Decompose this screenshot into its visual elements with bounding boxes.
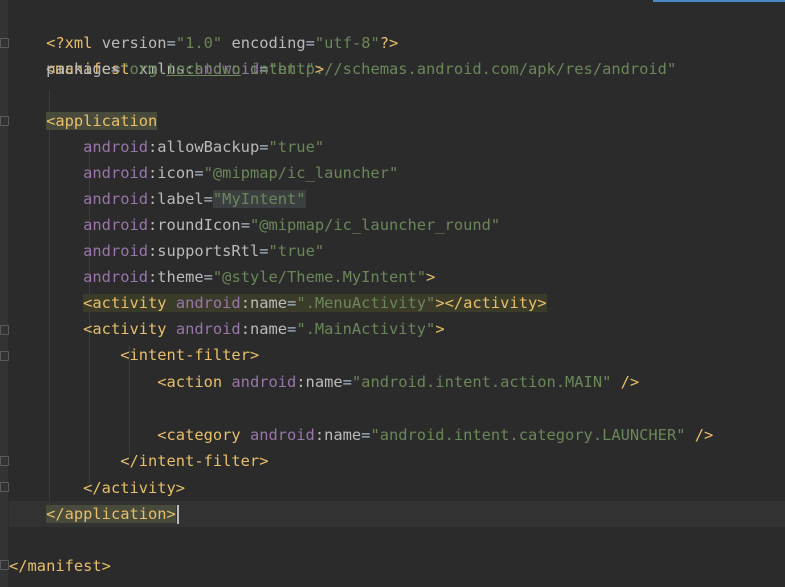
namespace-android: android	[231, 373, 297, 391]
tag-activity-close: ></activity>	[435, 294, 547, 312]
attr-roundicon: :roundIcon	[148, 216, 241, 234]
code-line-1[interactable]: <?xml version="1.0" encoding="utf-8"?>	[9, 4, 785, 52]
tag-intent-filter-open: <intent-filter>	[120, 346, 260, 364]
tag-close: >	[426, 268, 436, 286]
namespace-android: android	[249, 426, 315, 444]
equals: =	[203, 190, 213, 208]
code-line-10[interactable]: android:supportsRtl="true"	[9, 238, 785, 264]
fold-marker-icon[interactable]	[0, 456, 9, 466]
attr-package: package	[46, 60, 111, 78]
string-value: "@mipmap/ic_launcher"	[203, 164, 399, 182]
tag-category: <category	[157, 426, 250, 444]
tag-application-close: </application>	[46, 505, 176, 523]
code-editor[interactable]: <?xml version="1.0" encoding="utf-8"?> <…	[0, 0, 785, 587]
tag-intent-filter-close: </intent-filter>	[120, 452, 269, 470]
string-value-typo: techtown	[166, 60, 241, 78]
code-line-22[interactable]: </manifest>	[9, 553, 785, 579]
tag-application-open: <application	[46, 112, 158, 130]
string-value: ".MenuActivity"	[296, 294, 436, 312]
fold-marker-icon[interactable]	[0, 325, 9, 335]
attr-allowbackup: :allowBackup	[148, 138, 260, 156]
code-line-19[interactable]: </activity>	[9, 475, 785, 501]
equals: =	[240, 216, 250, 234]
code-line-18[interactable]: </intent-filter>	[9, 448, 785, 474]
string-value: "MyIntent"	[212, 190, 306, 208]
code-line-15[interactable]: <action android:name="android.intent.act…	[9, 369, 785, 395]
code-line-12[interactable]: <activity android:name=".MenuActivity"><…	[9, 290, 785, 316]
namespace-android: android	[83, 268, 149, 286]
equals: =	[342, 373, 352, 391]
tag-action: <action	[157, 373, 232, 391]
code-line-7[interactable]: android:icon="@mipmap/ic_launcher"	[9, 160, 785, 186]
namespace-android: android	[83, 216, 149, 234]
code-line-11[interactable]: android:theme="@style/Theme.MyIntent">	[9, 264, 785, 290]
code-line-14[interactable]: <intent-filter>	[9, 342, 785, 368]
code-line-20[interactable]: </application>	[9, 501, 785, 527]
tag-close: >	[435, 320, 445, 338]
tag-self-close: />	[611, 373, 640, 391]
code-line-13[interactable]: <activity android:name=".MainActivity">	[9, 316, 785, 342]
fold-marker-icon[interactable]	[0, 560, 9, 570]
namespace-android: android	[175, 320, 241, 338]
tag-manifest-close: </manifest>	[9, 557, 111, 575]
equals: =	[259, 138, 269, 156]
string-value: "@style/Theme.MyIntent"	[212, 268, 427, 286]
code-line-8[interactable]: android:label="MyIntent"	[9, 186, 785, 212]
equals: =	[287, 320, 297, 338]
text-caret	[176, 505, 179, 524]
string-value: "org.	[120, 60, 167, 78]
tag-activity-close: </activity>	[83, 479, 186, 497]
active-tab-indicator	[653, 0, 785, 2]
namespace-android: android	[83, 242, 149, 260]
code-line-5[interactable]: <application	[9, 108, 785, 134]
tag-activity-open: <activity	[83, 294, 176, 312]
string-value: "true"	[268, 242, 325, 260]
editor-gutter	[0, 0, 8, 587]
string-value: "android.intent.category.LAUNCHER"	[370, 426, 686, 444]
tag-self-close: />	[685, 426, 714, 444]
tag-activity-open: <activity	[83, 320, 176, 338]
tag-close: >	[314, 60, 325, 78]
attr-theme: :theme	[148, 268, 204, 286]
attr-name: :name	[296, 373, 343, 391]
code-line-3[interactable]: package="org.techtown.intent">	[9, 56, 785, 82]
namespace-android: android	[175, 294, 241, 312]
namespace-android: android	[83, 164, 149, 182]
fold-marker-icon[interactable]	[0, 482, 9, 492]
code-line-9[interactable]: android:roundIcon="@mipmap/ic_launcher_r…	[9, 212, 785, 238]
equals: =	[110, 60, 121, 78]
fold-marker-icon[interactable]	[0, 351, 9, 361]
string-value: "@mipmap/ic_launcher_round"	[249, 216, 501, 234]
attr-supportsrtl: :supportsRtl	[148, 242, 260, 260]
attr-name: :name	[240, 320, 288, 338]
attr-icon: :icon	[148, 164, 195, 182]
attr-name: :name	[314, 426, 362, 444]
equals: =	[287, 294, 297, 312]
fold-marker-icon[interactable]	[0, 38, 9, 48]
equals: =	[259, 242, 269, 260]
equals: =	[203, 268, 213, 286]
string-value: "android.intent.action.MAIN"	[351, 373, 612, 391]
attr-name: :name	[240, 294, 288, 312]
code-line-17[interactable]: <category android:name="android.intent.c…	[9, 422, 785, 448]
highlighted-activity-element: <activity android:name=".MenuActivity"><…	[83, 294, 547, 312]
string-value: "true"	[268, 138, 325, 156]
string-value: .intent"	[240, 60, 315, 78]
namespace-android: android	[83, 138, 149, 156]
attr-label: :label	[148, 190, 204, 208]
equals: =	[194, 164, 204, 182]
namespace-android: android	[83, 190, 149, 208]
code-line-6[interactable]: android:allowBackup="true"	[9, 134, 785, 160]
fold-marker-icon[interactable]	[0, 116, 9, 126]
code-line-2[interactable]: <manifest xmlns:android="http://schemas.…	[9, 30, 785, 78]
string-value: ".MainActivity"	[296, 320, 436, 338]
